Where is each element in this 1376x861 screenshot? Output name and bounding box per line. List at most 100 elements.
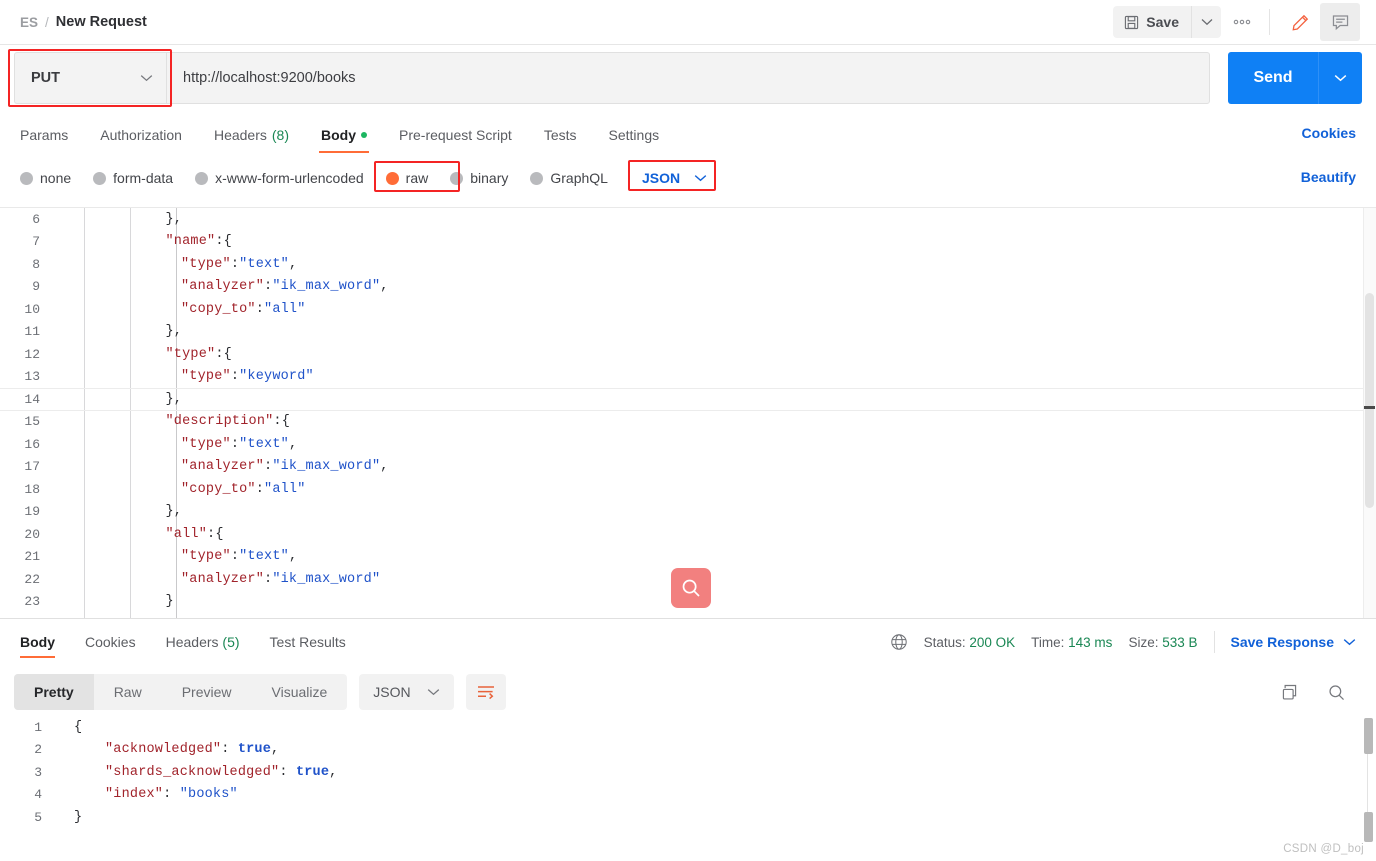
copy-icon[interactable]	[1280, 683, 1299, 702]
http-method-select[interactable]: PUT	[14, 52, 166, 104]
breadcrumb-collection[interactable]: ES	[20, 15, 38, 30]
body-type-binary[interactable]: binary	[450, 170, 508, 186]
body-type-form-data[interactable]: form-data	[93, 170, 173, 186]
code-text: "type":"text",	[52, 549, 297, 564]
request-code-area[interactable]: 6}, 7 "name":{8 "type":"text", 9 "analyzer":"…	[0, 208, 1376, 618]
response-body-viewer[interactable]: 1{2 "acknowledged": true, 3 "shards_acknowl…	[0, 716, 1376, 861]
method-select-wrap: PUT	[8, 49, 172, 107]
response-toolbar: Pretty Raw Preview Visualize JSON	[0, 668, 1376, 716]
view-mode-visualize[interactable]: Visualize	[252, 674, 348, 710]
response-scrollbar-thumb-secondary[interactable]	[1364, 812, 1373, 842]
code-token: "analyzer"	[181, 459, 265, 475]
code-token: "copy_to"	[181, 301, 256, 317]
meta-divider	[1213, 631, 1215, 653]
response-toolbar-actions	[1280, 683, 1362, 702]
save-button[interactable]: Save	[1113, 6, 1191, 38]
more-options-button[interactable]	[1225, 6, 1259, 38]
send-button[interactable]: Send	[1228, 52, 1318, 104]
view-mode-raw[interactable]: Raw	[94, 674, 162, 710]
body-type-x-www-form-urlencoded[interactable]: x-www-form-urlencoded	[195, 170, 364, 186]
line-number: 14	[24, 391, 40, 407]
line-number: 16	[24, 436, 40, 452]
send-dropdown-button[interactable]	[1318, 52, 1362, 104]
save-button-group: Save	[1113, 6, 1221, 38]
line-number: 5	[34, 809, 42, 825]
code-text: "copy_to":"all"	[52, 302, 306, 317]
save-button-label: Save	[1146, 14, 1179, 30]
response-tab-cookies[interactable]: Cookies	[85, 623, 136, 661]
comments-button[interactable]	[1320, 3, 1360, 41]
code-token: },	[165, 504, 183, 520]
response-tab-body[interactable]: Body	[20, 623, 55, 661]
tab-params[interactable]: Params	[20, 127, 68, 153]
request-tabs: Params Authorization Headers (8) Body Pr…	[0, 111, 1376, 153]
code-token: },	[165, 324, 183, 340]
body-type-none[interactable]: none	[20, 170, 71, 186]
postman-window: ES / New Request Save PUT http://localho…	[0, 0, 1376, 861]
response-scrollbar-track[interactable]	[1364, 716, 1373, 861]
code-text: {	[56, 720, 82, 735]
code-token: :{	[215, 346, 232, 362]
line-number: 2	[34, 742, 42, 758]
body-format-select[interactable]: JSON	[638, 168, 711, 188]
code-token: "type"	[165, 346, 216, 362]
cookies-link[interactable]: Cookies	[1302, 125, 1356, 141]
status-label: Status:	[923, 634, 966, 650]
request-url-input[interactable]: http://localhost:9200/books	[166, 52, 1210, 104]
line-number: 6	[32, 211, 40, 227]
code-text: },	[52, 324, 182, 339]
editor-scroll-marker	[1364, 406, 1375, 409]
editor-scrollbar-track[interactable]	[1363, 208, 1376, 618]
code-token: "type"	[181, 436, 231, 452]
response-format-select[interactable]: JSON	[359, 674, 454, 710]
code-token: :{	[215, 234, 232, 250]
beautify-link[interactable]: Beautify	[1301, 169, 1356, 185]
code-token: "ik_max_word"	[272, 571, 381, 587]
tab-tests[interactable]: Tests	[544, 127, 577, 153]
code-token: "type"	[181, 369, 231, 385]
chevron-down-icon	[140, 74, 153, 82]
code-line: 8 "type":"text",	[0, 253, 1376, 276]
save-response-button[interactable]: Save Response	[1231, 634, 1357, 650]
code-token: :	[230, 549, 240, 565]
tab-label: Authorization	[100, 127, 182, 143]
code-text: "type":"keyword"	[52, 369, 314, 384]
body-type-label: binary	[470, 170, 509, 186]
top-bar: ES / New Request Save	[0, 0, 1376, 45]
code-token: "name"	[165, 234, 216, 250]
code-text: "description":{	[52, 414, 290, 429]
request-body-editor[interactable]: 6}, 7 "name":{8 "type":"text", 9 "analyzer":"…	[0, 207, 1376, 619]
code-token: "shards_acknowledged"	[105, 764, 280, 780]
response-tab-headers[interactable]: Headers (5)	[166, 623, 240, 661]
edit-request-button[interactable]	[1280, 3, 1320, 41]
tab-authorization[interactable]: Authorization	[100, 127, 182, 153]
watermark: CSDN @D_boj	[1283, 843, 1364, 855]
code-token: :	[255, 301, 265, 317]
toolbar-divider	[1269, 9, 1270, 35]
response-tabs-bar: Body Cookies Headers (5) Test Results St…	[0, 620, 1376, 664]
line-number: 4	[34, 787, 42, 803]
save-dropdown-button[interactable]	[1191, 6, 1221, 38]
body-type-raw[interactable]: raw	[385, 170, 428, 186]
tab-pre-request-script[interactable]: Pre-request Script	[399, 127, 512, 153]
code-token: }	[165, 594, 174, 610]
word-wrap-toggle[interactable]	[465, 674, 506, 710]
request-code-lines: 6}, 7 "name":{8 "type":"text", 9 "analyzer":"…	[0, 208, 1376, 613]
editor-search-button[interactable]	[671, 568, 711, 608]
tab-body[interactable]: Body	[319, 127, 369, 153]
tab-settings[interactable]: Settings	[609, 127, 660, 153]
size-value: 533 B	[1162, 634, 1198, 650]
view-mode-preview[interactable]: Preview	[162, 674, 252, 710]
code-line: 19},	[0, 501, 1376, 524]
body-type-graphql[interactable]: GraphQL	[530, 170, 608, 186]
view-mode-pretty[interactable]: Pretty	[14, 674, 94, 710]
tab-headers[interactable]: Headers (8)	[214, 127, 289, 153]
tab-label: Body	[20, 634, 55, 650]
code-token: :{	[207, 526, 224, 542]
code-text: "type":{	[52, 347, 232, 362]
http-method-value: PUT	[31, 70, 60, 86]
search-icon[interactable]	[1327, 683, 1346, 702]
editor-scrollbar-thumb[interactable]	[1365, 293, 1374, 508]
response-scrollbar-thumb[interactable]	[1364, 718, 1373, 754]
response-tab-test-results[interactable]: Test Results	[270, 623, 346, 661]
